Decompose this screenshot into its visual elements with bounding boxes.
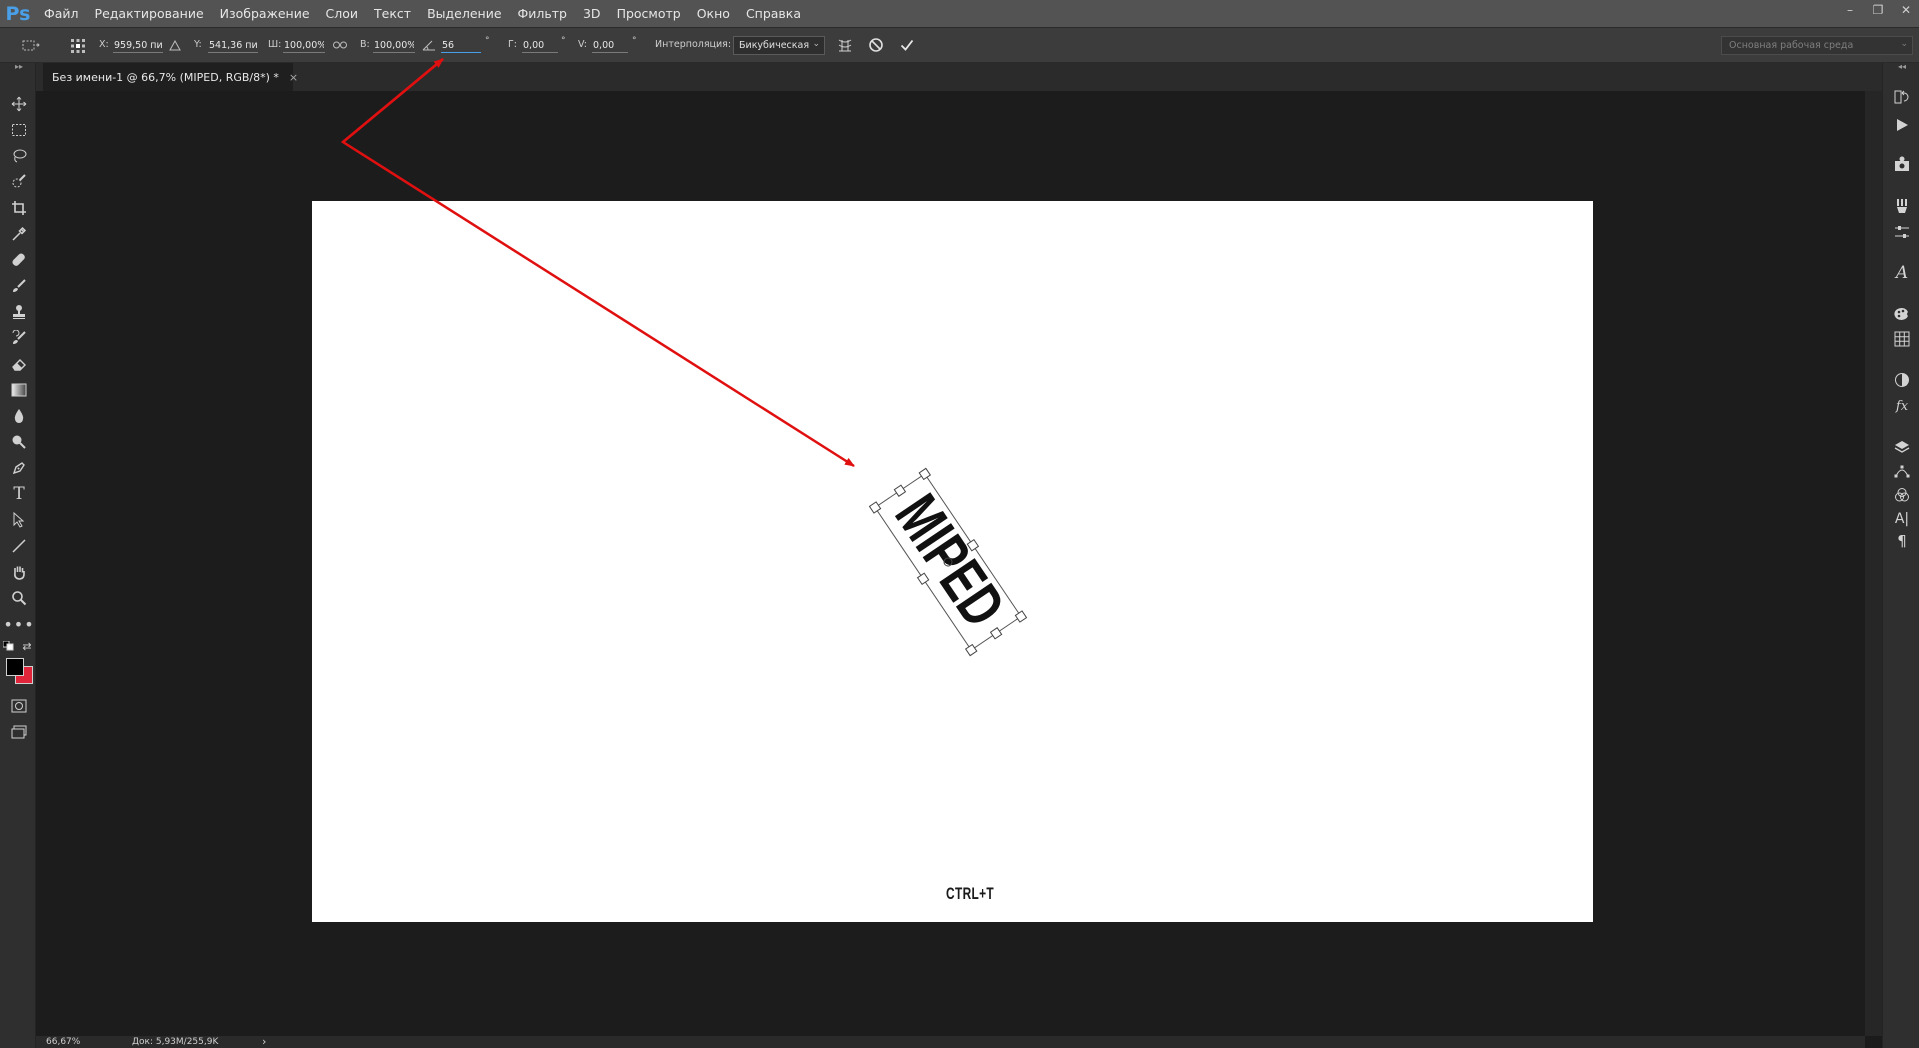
annotation-arrow [342,58,444,143]
document-size: Док: 5,93M/255,9K [132,1037,219,1047]
collapse-dock-icon[interactable]: ◂◂ [1892,61,1912,71]
transform-handle[interactable] [868,501,882,514]
styles-icon[interactable] [1892,370,1912,390]
canvas-overlay: MIPED [340,58,1028,657]
transform-handle[interactable] [918,467,932,481]
zoom-level[interactable]: 66,67% [46,1036,80,1048]
layer-text-miped: MIPED [882,483,1018,639]
adjust-icon[interactable] [1892,222,1912,242]
history-icon[interactable] [1892,87,1912,107]
transform-handle[interactable] [989,627,1003,640]
brushes-icon[interactable] [1892,196,1912,216]
layers-icon[interactable] [1892,437,1912,457]
paragraph-icon[interactable]: ¶ [1892,531,1912,551]
status-menu-arrow[interactable]: › [262,1036,266,1048]
grid-icon[interactable] [1892,329,1912,349]
vertical-scrollbar[interactable] [1865,91,1882,1036]
glyphs-icon[interactable]: A [1892,263,1912,283]
properties-icon[interactable] [1892,154,1912,174]
actions-icon[interactable] [1892,115,1912,135]
channels-icon[interactable] [1892,485,1912,505]
transform-handle[interactable] [964,643,978,657]
transform-handle[interactable] [1014,610,1028,623]
fx-icon[interactable]: fx [1892,396,1912,416]
panel-dock: ◂◂ A fx A| ¶ [1882,61,1919,1048]
transformed-text-layer[interactable]: MIPED [868,467,1028,657]
character-icon[interactable]: A| [1892,509,1912,529]
transform-handle[interactable] [893,484,907,497]
status-bar: 66,67% Док: 5,93M/255,9K › [36,1036,1865,1048]
paths-icon[interactable] [1892,462,1912,482]
swatches-icon[interactable] [1892,304,1912,324]
photoshop-window: Ps Файл Редактирование Изображение Слои … [0,0,1919,1048]
annotation-arrow [340,58,855,468]
